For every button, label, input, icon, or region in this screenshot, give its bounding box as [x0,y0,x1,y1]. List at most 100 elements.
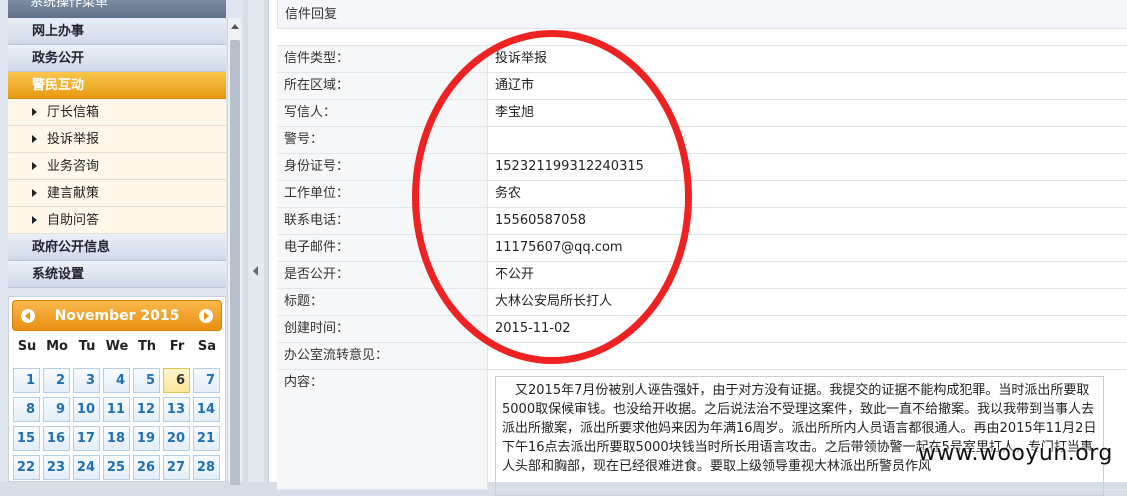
field-label: 联系电话： [277,208,488,234]
calendar-widget: November 2015 Su Mo Tu We Th Fr Sa 12345… [8,296,226,482]
field-row-title: 标题： 大林公安局所长打人 [277,289,1127,316]
menu-item-suggestions[interactable]: 建言献策 [8,180,226,207]
collapse-left-icon[interactable] [253,266,258,276]
calendar-day-cell[interactable]: 4 [103,368,130,393]
menu-item-self-service-qa[interactable]: 自助问答 [8,207,226,234]
field-label: 电子邮件： [277,235,488,261]
scroll-thumb[interactable] [230,40,240,485]
calendar-day-cell[interactable]: 10 [73,397,100,422]
weekday-label: Sa [197,339,217,354]
bullet-arrow-icon [32,189,37,197]
calendar-day-cell[interactable]: 21 [193,426,220,451]
field-label: 所在区域： [277,73,488,99]
field-value: 152321199312240315 [495,159,644,174]
field-label: 创建时间： [277,316,488,342]
watermark-text: www.wooyun.org [918,441,1113,466]
field-label: 身份证号： [277,154,488,180]
calendar-day-cell[interactable]: 16 [43,426,70,451]
menu-item-label: 建言献策 [47,186,100,201]
field-row-letter-type: 信件类型： 投诉举报 [277,46,1127,73]
calendar-header: November 2015 [12,300,222,331]
menu-item-label: 自助问答 [47,213,100,228]
prev-month-icon[interactable] [21,309,35,323]
letter-reply-header: 信件回复 [277,0,1127,29]
bullet-arrow-icon [32,216,37,224]
calendar-day-cell[interactable]: 5 [133,368,160,393]
sidebar-scrollbar[interactable] [227,18,241,485]
menu-section-police-interaction[interactable]: 警民互动 [8,72,226,99]
menu-item-label: 业务咨询 [47,159,100,174]
menu-item-director-mailbox[interactable]: 厅长信箱 [8,99,226,126]
calendar-day-cell[interactable]: 18 [103,426,130,451]
calendar-day-cell[interactable]: 3 [73,368,100,393]
calendar-day-cell[interactable]: 23 [43,455,70,480]
calendar-day-cell[interactable]: 26 [133,455,160,480]
menu-section-system-settings[interactable]: 系统设置 [8,261,226,288]
field-label: 内容： [277,370,488,489]
calendar-day-cell[interactable]: 12 [133,397,160,422]
field-value: 务农 [495,186,522,201]
menu-item-business-consulting[interactable]: 业务咨询 [8,153,226,180]
field-row-email: 电子邮件： 11175607@qq.com [277,235,1127,262]
calendar-day-cell[interactable]: 22 [13,455,40,480]
menu-section-government-info[interactable]: 政府公开信息 [8,234,226,261]
calendar-day-cell[interactable]: 8 [13,397,40,422]
field-row-public: 是否公开： 不公开 [277,262,1127,289]
field-row-badge-number: 警号： [277,127,1127,154]
calendar-day-cell[interactable]: 15 [13,426,40,451]
field-value: 不公开 [495,267,535,282]
calendar-day-cell[interactable]: 2 [43,368,70,393]
menu-section-online-services[interactable]: 网上办事 [8,18,226,45]
field-row-writer: 写信人： 李宝旭 [277,100,1127,127]
menu-item-label: 厅长信箱 [47,105,100,120]
field-row-id-number: 身份证号： 152321199312240315 [277,154,1127,181]
bullet-arrow-icon [32,108,37,116]
weekday-label: Su [17,339,37,354]
next-month-icon[interactable] [199,309,213,323]
field-label: 工作单位： [277,181,488,207]
field-value: 投诉举报 [495,51,548,66]
field-row-region: 所在区域： 通辽市 [277,73,1127,100]
scroll-up-arrow-icon[interactable] [231,24,239,29]
letter-info-table: 信件类型： 投诉举报 所在区域： 通辽市 写信人： 李宝旭 警号： 身份证号： 1523… [277,45,1127,496]
calendar-day-cell[interactable]: 6 [163,368,190,393]
menu-item-complaint-report[interactable]: 投诉举报 [8,126,226,153]
menu-title: 系统操作菜单 [8,0,226,18]
field-value: 李宝旭 [495,105,535,120]
field-value: 11175607@qq.com [495,240,623,255]
weekday-label: Tu [78,339,96,354]
calendar-day-cell[interactable]: 27 [163,455,190,480]
weekday-label: Mo [46,339,68,354]
bullet-arrow-icon [32,135,37,143]
calendar-day-cell[interactable]: 1 [13,368,40,393]
sidebar-collapse-handle[interactable] [248,0,264,482]
field-value: 2015-11-02 [495,321,571,336]
field-label: 信件类型： [277,46,488,72]
weekday-label: Th [137,339,157,354]
calendar-day-cell[interactable]: 24 [73,455,100,480]
field-row-phone: 联系电话： 15560587058 [277,208,1127,235]
calendar-day-cell[interactable]: 11 [103,397,130,422]
weekday-label: Fr [169,339,185,354]
calendar-day-cell[interactable]: 19 [133,426,160,451]
field-value: 15560587058 [495,213,586,228]
calendar-day-cell[interactable]: 25 [103,455,130,480]
field-row-content: 内容： 又2015年7月份被别人诬告强奸，由于对方没有证据。我提交的证据不能构成犯… [277,370,1127,496]
calendar-day-cell[interactable]: 7 [193,368,220,393]
calendar-day-cell[interactable]: 28 [193,455,220,480]
field-row-created-time: 创建时间： 2015-11-02 [277,316,1127,343]
field-label: 办公室流转意见： [277,343,488,369]
menu-section-government-affairs[interactable]: 政务公开 [8,45,226,72]
left-sidebar: 系统操作菜单 网上办事 政务公开 警民互动 厅长信箱 投诉举报 业务咨询 建言献… [0,0,243,485]
calendar-day-cell[interactable]: 17 [73,426,100,451]
bullet-arrow-icon [32,162,37,170]
calendar-day-cell[interactable]: 20 [163,426,190,451]
calendar-day-cell[interactable]: 9 [43,397,70,422]
field-value: 通辽市 [495,78,535,93]
content-textarea[interactable]: 又2015年7月份被别人诬告强奸，由于对方没有证据。我提交的证据不能构成犯罪。当… [495,376,1104,496]
calendar-month-title: November 2015 [54,308,180,324]
menu-item-label: 投诉举报 [47,132,100,147]
calendar-day-cell[interactable]: 14 [193,397,220,422]
field-row-workplace: 工作单位： 务农 [277,181,1127,208]
calendar-day-cell[interactable]: 13 [163,397,190,422]
